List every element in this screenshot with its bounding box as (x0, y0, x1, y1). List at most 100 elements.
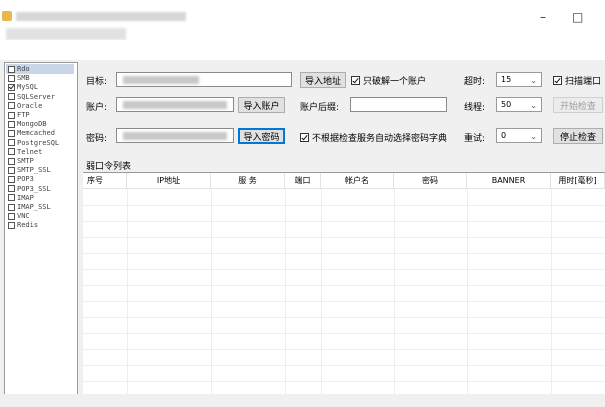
service-checkbox[interactable] (8, 83, 15, 91)
grid-line (83, 333, 605, 334)
no-auto-dict-check-icon (300, 133, 309, 142)
service-label: POP3 (17, 175, 34, 184)
password-value-redacted (123, 132, 227, 140)
service-checkbox[interactable] (8, 185, 15, 193)
service-label: Redis (17, 221, 39, 230)
service-checkbox[interactable] (8, 175, 15, 183)
grid-line (394, 189, 395, 395)
column-header[interactable]: 序号 (83, 173, 127, 189)
title-redacted-block (6, 28, 126, 40)
account-suffix-input[interactable] (350, 97, 447, 112)
grid-line (83, 285, 605, 286)
no-auto-dict-label: 不根据检查服务自动选择密码字典 (312, 134, 448, 144)
app-icon (2, 11, 12, 21)
column-header[interactable]: 端口 (285, 173, 321, 189)
timeout-label: 超时: (464, 77, 486, 87)
target-input[interactable] (116, 72, 292, 87)
service-checkbox[interactable] (8, 129, 15, 137)
weak-list-title: 弱口令列表 (86, 162, 132, 172)
no-auto-dict-checkbox[interactable]: 不根据检查服务自动选择密码字典 (300, 131, 447, 144)
service-label: MongoDB (17, 120, 47, 129)
service-label: Oracle (17, 101, 43, 110)
only-crack-one-checkbox[interactable]: 只破解一个账户 (351, 74, 426, 87)
retry-label: 重试: (464, 134, 486, 144)
service-label: SMTP (17, 157, 34, 165)
column-header[interactable]: 密码 (394, 173, 467, 189)
maximize-button[interactable]: □ (572, 10, 583, 24)
service-checkbox[interactable] (8, 157, 15, 165)
service-label: Memcached (17, 129, 55, 138)
service-checkbox[interactable] (8, 102, 15, 110)
column-header[interactable]: 用时[毫秒] (551, 173, 605, 189)
target-value-redacted (123, 76, 199, 84)
service-label: VNC (17, 212, 30, 221)
account-value-redacted (123, 101, 227, 109)
only-crack-one-label: 只破解一个账户 (363, 77, 427, 87)
header-band (0, 40, 605, 60)
grid-line (83, 269, 605, 270)
timeout-select[interactable]: 15 ⌄ (496, 72, 542, 87)
grid-line (127, 189, 128, 395)
service-label: SMTP_SSL (17, 166, 51, 175)
service-checkbox[interactable] (8, 221, 15, 229)
start-check-button[interactable]: 开始检查 (553, 97, 603, 113)
grid-line (83, 381, 605, 382)
column-header[interactable]: 服 务 (211, 173, 285, 189)
service-list[interactable]: Rdo SMB MySQL SQLServer Oracle FTP MongoDB Memc… (4, 62, 78, 396)
service-item[interactable]: Redis (8, 220, 38, 230)
account-input[interactable] (116, 97, 234, 112)
service-checkbox[interactable] (8, 74, 15, 82)
stop-check-button[interactable]: 停止检查 (553, 128, 603, 144)
service-checkbox[interactable] (8, 111, 15, 119)
minimize-button[interactable]: – (540, 10, 546, 24)
threads-select[interactable]: 50 ⌄ (496, 97, 542, 112)
service-label: Telnet (17, 147, 43, 156)
service-label: IMAP (17, 193, 34, 202)
grid-line (467, 189, 468, 395)
grid-line (83, 317, 605, 318)
title-bar: – □ (0, 0, 605, 40)
grid-line (83, 253, 605, 254)
chevron-down-icon: ⌄ (530, 76, 537, 85)
target-label: 目标: (86, 77, 108, 87)
service-checkbox[interactable] (8, 93, 15, 101)
account-label: 账户: (86, 103, 108, 113)
service-checkbox[interactable] (8, 166, 15, 174)
service-checkbox[interactable] (8, 212, 15, 220)
chevron-down-icon: ⌄ (530, 101, 537, 110)
service-label: IMAP_SSL (17, 203, 51, 211)
threads-label: 线程: (464, 103, 486, 113)
grid-line (83, 365, 605, 366)
chevron-down-icon: ⌄ (530, 132, 537, 141)
import-account-button[interactable]: 导入账户 (238, 97, 285, 113)
service-label: Rdo (17, 65, 30, 73)
grid-line (285, 189, 286, 395)
service-checkbox[interactable] (8, 120, 15, 128)
service-label: POP3_SSL (17, 184, 51, 193)
import-address-button[interactable]: 导入地址 (300, 72, 346, 88)
service-checkbox[interactable] (8, 194, 15, 202)
password-input[interactable] (116, 128, 234, 143)
grid-line (83, 349, 605, 350)
timeout-value: 15 (501, 75, 512, 84)
service-checkbox[interactable] (8, 65, 15, 73)
import-password-button[interactable]: 导入密码 (238, 128, 285, 144)
password-label: 密码: (86, 134, 108, 144)
service-label: SQLServer (17, 92, 55, 101)
service-checkbox[interactable] (8, 148, 15, 156)
grid-line (551, 189, 552, 395)
status-bar (0, 394, 605, 407)
retry-select[interactable]: 0 ⌄ (496, 128, 542, 143)
service-checkbox[interactable] (8, 139, 15, 147)
window-title-redacted (16, 12, 186, 21)
column-header[interactable]: BANNER (467, 173, 551, 189)
column-header[interactable]: 帐户名 (321, 173, 394, 189)
account-suffix-label: 账户后缀: (300, 103, 340, 113)
service-label: FTP (17, 111, 30, 119)
grid-line (83, 301, 605, 302)
scan-port-checkbox[interactable]: 扫描端口 (553, 74, 601, 87)
scan-port-check-icon (553, 76, 562, 85)
service-checkbox[interactable] (8, 203, 15, 211)
column-header[interactable]: IP地址 (127, 173, 211, 189)
results-table[interactable]: 序号 IP地址服 务端口 帐户名 密码 BANNER 用时[毫秒] (83, 172, 605, 395)
